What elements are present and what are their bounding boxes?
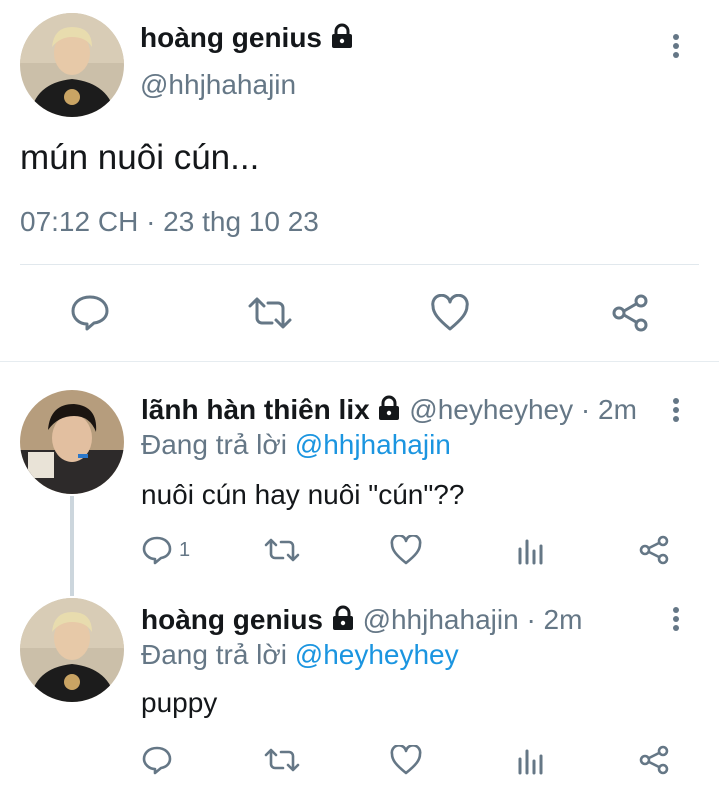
reply-analytics-button[interactable] xyxy=(516,536,546,566)
replying-to-label: Đang trả lời xyxy=(141,429,287,460)
reply-analytics-button[interactable] xyxy=(516,746,546,776)
reply-icon xyxy=(142,746,172,775)
analytics-icon xyxy=(518,539,543,565)
replying-to-label: Đang trả lời xyxy=(141,639,287,670)
reply-reply-button[interactable]: 1 xyxy=(141,535,190,565)
thread-line xyxy=(70,496,74,596)
reply-like-button[interactable] xyxy=(390,745,422,775)
divider xyxy=(20,264,699,265)
reply-header: lãnh hàn thiên lix @heyheyhey · 2m xyxy=(141,394,637,428)
main-reply-button[interactable] xyxy=(70,294,110,332)
replying-to-link[interactable]: @heyheyhey xyxy=(295,639,459,670)
more-vertical-icon xyxy=(673,398,679,422)
reply-retweet-button[interactable] xyxy=(263,535,301,565)
lock-icon xyxy=(377,395,401,428)
more-vertical-icon xyxy=(673,34,679,58)
heart-icon xyxy=(431,294,469,331)
reply-time: · 2m xyxy=(580,394,637,425)
retweet-icon xyxy=(248,297,292,329)
reply-reply-button[interactable] xyxy=(141,745,173,775)
reply-author-handle[interactable]: @heyheyhey xyxy=(409,394,573,425)
main-more-button[interactable] xyxy=(669,32,683,60)
reply-like-button[interactable] xyxy=(390,535,422,565)
reply-time: · 2m xyxy=(526,604,583,635)
reply-author-avatar[interactable] xyxy=(20,390,124,494)
analytics-icon xyxy=(518,749,543,775)
reply-more-button[interactable] xyxy=(669,606,683,632)
main-author-name[interactable]: hoàng genius xyxy=(140,22,322,53)
reply-author-handle[interactable]: @hhjhahajin xyxy=(363,604,519,635)
reply-author-avatar[interactable] xyxy=(20,598,124,702)
reply-share-button[interactable] xyxy=(638,535,670,565)
replying-to-line: Đang trả lời @heyheyhey xyxy=(141,639,459,671)
retweet-icon xyxy=(264,748,300,772)
heart-icon xyxy=(390,535,422,565)
reply-text: puppy xyxy=(141,687,218,718)
heart-icon xyxy=(390,745,422,775)
reply-header: hoàng genius @hhjhahajin · 2m xyxy=(141,604,582,638)
reply-text: nuôi cún hay nuôi "cún"?? xyxy=(141,479,465,510)
divider xyxy=(0,361,719,362)
share-icon xyxy=(612,294,648,332)
reply-more-button[interactable] xyxy=(669,397,683,423)
lock-icon xyxy=(330,23,354,56)
main-share-button[interactable] xyxy=(610,294,650,332)
reply-retweet-button[interactable] xyxy=(263,745,301,775)
main-author-avatar[interactable] xyxy=(20,13,124,117)
reply-share-button[interactable] xyxy=(638,745,670,775)
main-retweet-button[interactable] xyxy=(247,294,293,332)
more-vertical-icon xyxy=(673,607,679,631)
retweet-icon xyxy=(264,538,300,562)
main-author-name-row: hoàng genius xyxy=(140,22,354,56)
main-like-button[interactable] xyxy=(430,294,470,332)
reply-author-name[interactable]: lãnh hàn thiên lix xyxy=(141,394,370,425)
share-icon xyxy=(639,535,669,565)
reply-icon xyxy=(71,295,109,331)
main-tweet-timestamp[interactable]: 07:12 CH · 23 thg 10 23 xyxy=(20,206,319,238)
replying-to-line: Đang trả lời @hhjhahajin xyxy=(141,429,451,461)
reply-icon xyxy=(142,536,172,565)
main-tweet-text: mún nuôi cún... xyxy=(20,138,260,177)
replying-to-link[interactable]: @hhjhahajin xyxy=(295,429,451,460)
reply-author-name[interactable]: hoàng genius xyxy=(141,604,323,635)
reply-count: 1 xyxy=(179,538,191,561)
share-icon xyxy=(639,745,669,775)
lock-icon xyxy=(331,605,355,638)
main-author-handle[interactable]: @hhjhahajin xyxy=(140,69,296,101)
